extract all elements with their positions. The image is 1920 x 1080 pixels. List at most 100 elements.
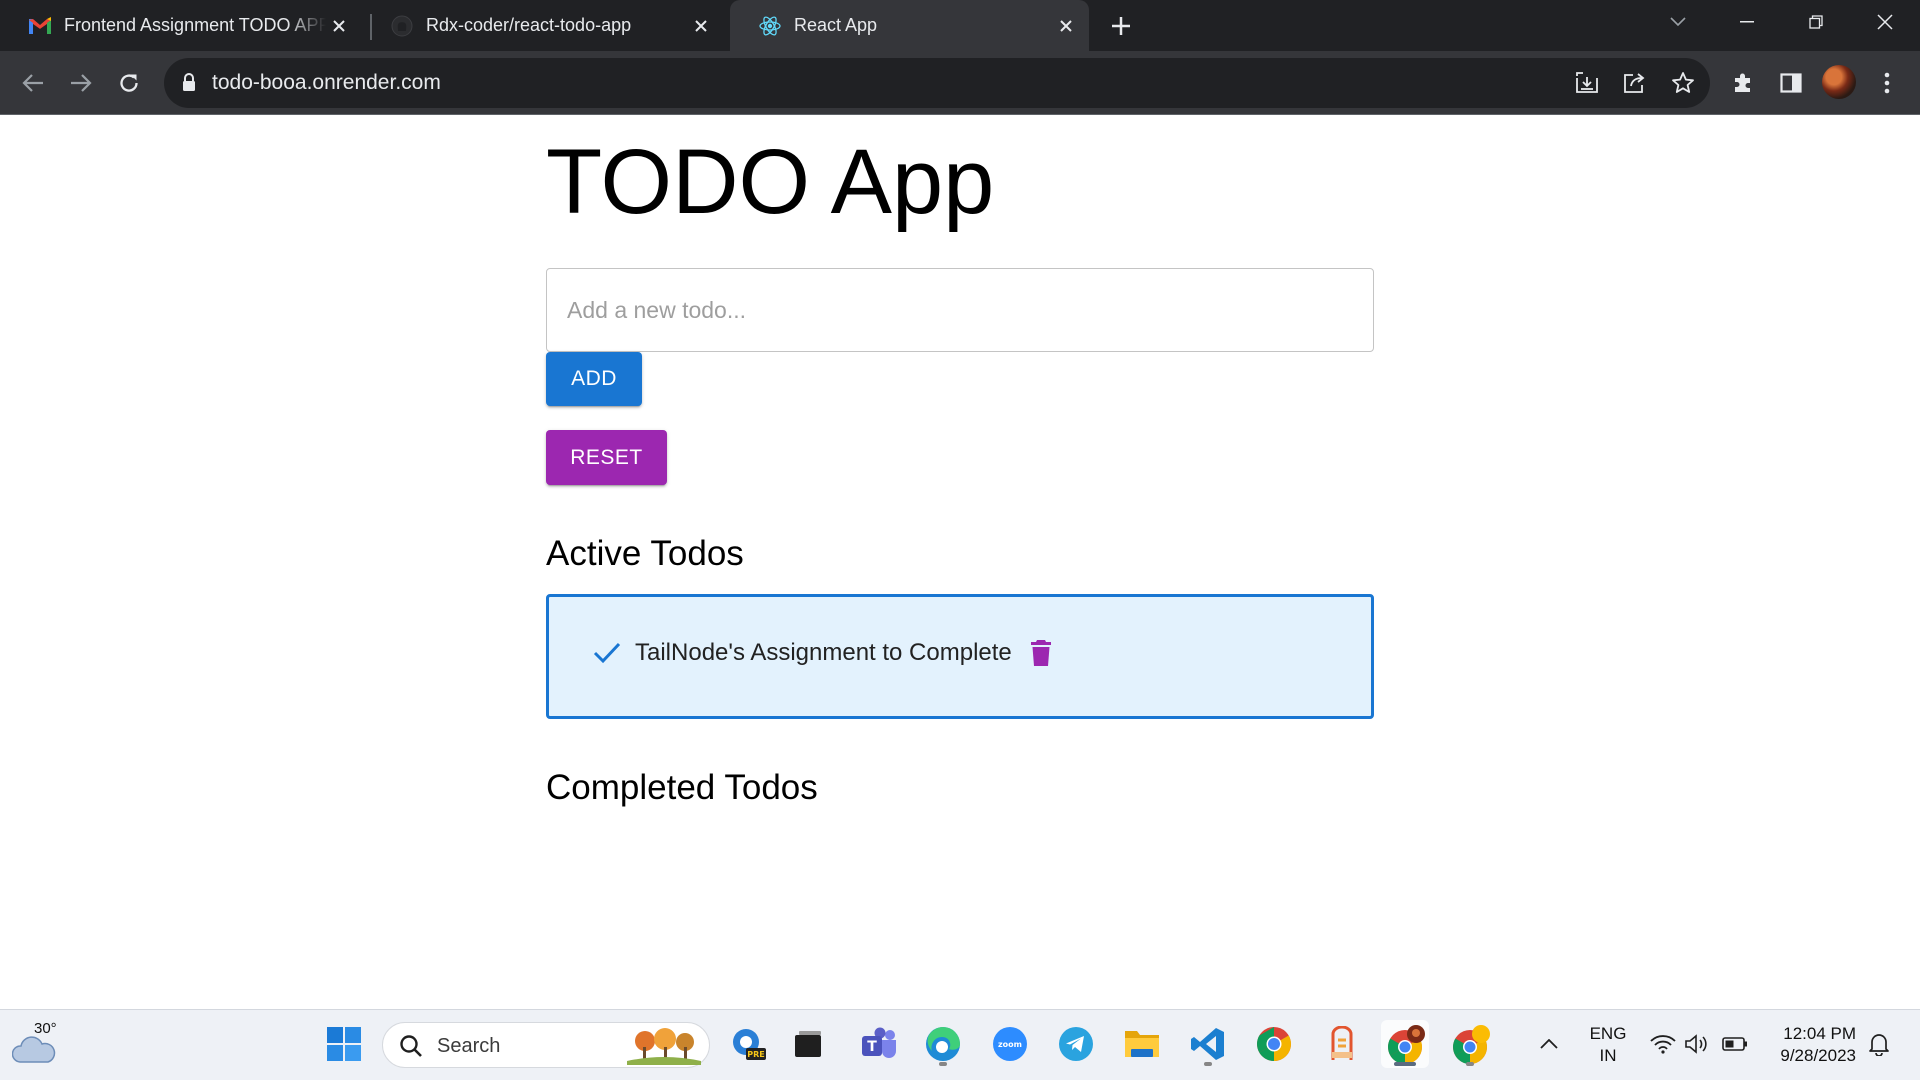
weather-temperature: 30°: [34, 1020, 57, 1037]
chrome-profile-icon: [1388, 1025, 1425, 1064]
folder-icon: [1125, 1031, 1159, 1057]
check-icon[interactable]: [589, 635, 625, 671]
profile-avatar[interactable]: [1822, 65, 1856, 99]
minimize-button[interactable]: [1717, 0, 1777, 44]
close-icon: [1877, 14, 1893, 30]
taskbar-search[interactable]: Search: [382, 1022, 710, 1068]
windows-start-button[interactable]: [320, 1020, 368, 1068]
taskbar-app-vscode[interactable]: [1184, 1020, 1232, 1068]
taskbar-app-outlook-pre[interactable]: PRE: [724, 1020, 772, 1068]
close-tab-icon[interactable]: [326, 13, 352, 39]
reset-button[interactable]: RESET: [546, 430, 667, 485]
running-indicator: [1204, 1062, 1212, 1066]
outlook-icon: PRE: [733, 1029, 766, 1060]
taskbar-app-chrome-profile-1[interactable]: [1381, 1020, 1429, 1068]
active-indicator: [1394, 1062, 1416, 1066]
close-window-button[interactable]: [1855, 0, 1915, 44]
tab-search-button[interactable]: [1648, 0, 1708, 44]
system-clock[interactable]: 12:04 PM 9/28/2023: [1760, 1023, 1856, 1067]
bookmark-star-icon[interactable]: [1670, 70, 1696, 96]
web-page: TODO App ADD RESET Active Todos TailNode…: [0, 116, 1920, 1009]
reload-button[interactable]: [111, 65, 147, 101]
close-tab-icon[interactable]: [688, 13, 714, 39]
puzzle-icon: [1735, 73, 1750, 92]
trash-icon[interactable]: [1026, 636, 1056, 670]
restore-button[interactable]: [1786, 0, 1846, 44]
taskbar-app-zoom[interactable]: zoom: [986, 1020, 1034, 1068]
taskbar-app-telegram[interactable]: [1052, 1020, 1100, 1068]
tab-react-app[interactable]: React App: [730, 0, 1089, 51]
show-hidden-icons-button[interactable]: [1524, 1020, 1574, 1068]
plus-icon: [1112, 17, 1130, 35]
tab-gmail[interactable]: Frontend Assignment TODO APP: [0, 0, 362, 51]
url-text[interactable]: todo-booa.onrender.com: [212, 71, 441, 95]
arrow-right-icon: [71, 74, 92, 92]
todo-text: TailNode's Assignment to Complete: [635, 639, 1012, 666]
svg-text:T: T: [867, 1039, 877, 1055]
clock-time: 12:04 PM: [1783, 1024, 1856, 1043]
clock-date: 9/28/2023: [1780, 1046, 1856, 1065]
taskbar-app-task-view[interactable]: [784, 1020, 832, 1068]
reload-icon: [120, 74, 138, 92]
gmail-icon: [28, 14, 52, 38]
active-todos-list: TailNode's Assignment to Complete: [546, 594, 1374, 719]
search-icon: [399, 1034, 423, 1058]
kebab-menu-icon: [1884, 72, 1890, 94]
new-todo-input[interactable]: [546, 268, 1374, 352]
new-tab-button[interactable]: [1104, 11, 1138, 41]
minimize-icon: [1740, 21, 1754, 23]
cloud-icon: [12, 1036, 56, 1063]
edge-icon: [926, 1027, 960, 1061]
notifications-button[interactable]: [1862, 1020, 1896, 1068]
teams-icon: T: [862, 1027, 896, 1058]
browser-tab-strip: Frontend Assignment TODO APP Rdx-coder/r…: [0, 0, 1920, 51]
add-todo-button[interactable]: ADD: [546, 352, 642, 406]
side-panel-icon: [1780, 73, 1802, 93]
install-app-icon[interactable]: [1574, 70, 1600, 96]
tab-title: React App: [794, 15, 878, 35]
close-tab-icon[interactable]: [1053, 13, 1079, 39]
taskbar-app-teams[interactable]: T: [855, 1020, 903, 1068]
todo-item: TailNode's Assignment to Complete: [589, 633, 1056, 673]
address-bar[interactable]: todo-booa.onrender.com: [164, 58, 1710, 108]
extensions-button[interactable]: [1725, 65, 1761, 101]
taskbar-app-chrome[interactable]: [1250, 1020, 1298, 1068]
task-view-icon: [795, 1031, 821, 1057]
taskbar-app-edge[interactable]: [919, 1020, 967, 1068]
tab-title: Frontend Assignment TODO APP: [64, 15, 326, 35]
back-button[interactable]: [15, 65, 51, 101]
volume-icon[interactable]: [1682, 1020, 1712, 1068]
side-panel-button[interactable]: [1773, 65, 1809, 101]
running-indicator: [939, 1062, 947, 1066]
svg-text:PRE: PRE: [747, 1050, 765, 1059]
taskbar-app-file-explorer[interactable]: [1118, 1020, 1166, 1068]
bell-icon: [1869, 1034, 1889, 1056]
browser-menu-button[interactable]: [1869, 65, 1905, 101]
taskbar-app-chrome-profile-2[interactable]: [1446, 1020, 1494, 1068]
weather-widget[interactable]: 30°: [12, 1018, 72, 1074]
tab-github[interactable]: Rdx-coder/react-todo-app: [362, 0, 724, 51]
forward-button[interactable]: [63, 65, 99, 101]
app-store-icon: [1331, 1026, 1353, 1060]
search-highlight-icon: [625, 1027, 703, 1065]
chrome-icon: [1257, 1027, 1291, 1061]
share-icon[interactable]: [1622, 70, 1648, 96]
completed-todos-heading: Completed Todos: [546, 768, 818, 807]
active-todos-heading: Active Todos: [546, 534, 744, 573]
lock-icon[interactable]: [182, 72, 196, 92]
page-title: TODO App: [546, 131, 995, 233]
language-indicator[interactable]: ENG IN: [1586, 1023, 1630, 1067]
windows-taskbar: 30° Search PRE T zoom ENG IN 12:04 PM 9/…: [0, 1009, 1920, 1080]
region-code: IN: [1599, 1046, 1617, 1065]
chevron-up-icon: [1540, 1039, 1558, 1049]
wifi-icon[interactable]: [1648, 1020, 1678, 1068]
zoom-icon: zoom: [993, 1027, 1027, 1061]
battery-icon[interactable]: [1720, 1020, 1750, 1068]
taskbar-app-store[interactable]: [1318, 1020, 1366, 1068]
vscode-icon: [1191, 1028, 1224, 1060]
tab-title: Rdx-coder/react-todo-app: [426, 15, 632, 35]
browser-toolbar: todo-booa.onrender.com: [0, 51, 1920, 115]
react-icon: [758, 14, 782, 38]
arrow-left-icon: [22, 74, 43, 92]
chevron-down-icon: [1670, 17, 1686, 27]
